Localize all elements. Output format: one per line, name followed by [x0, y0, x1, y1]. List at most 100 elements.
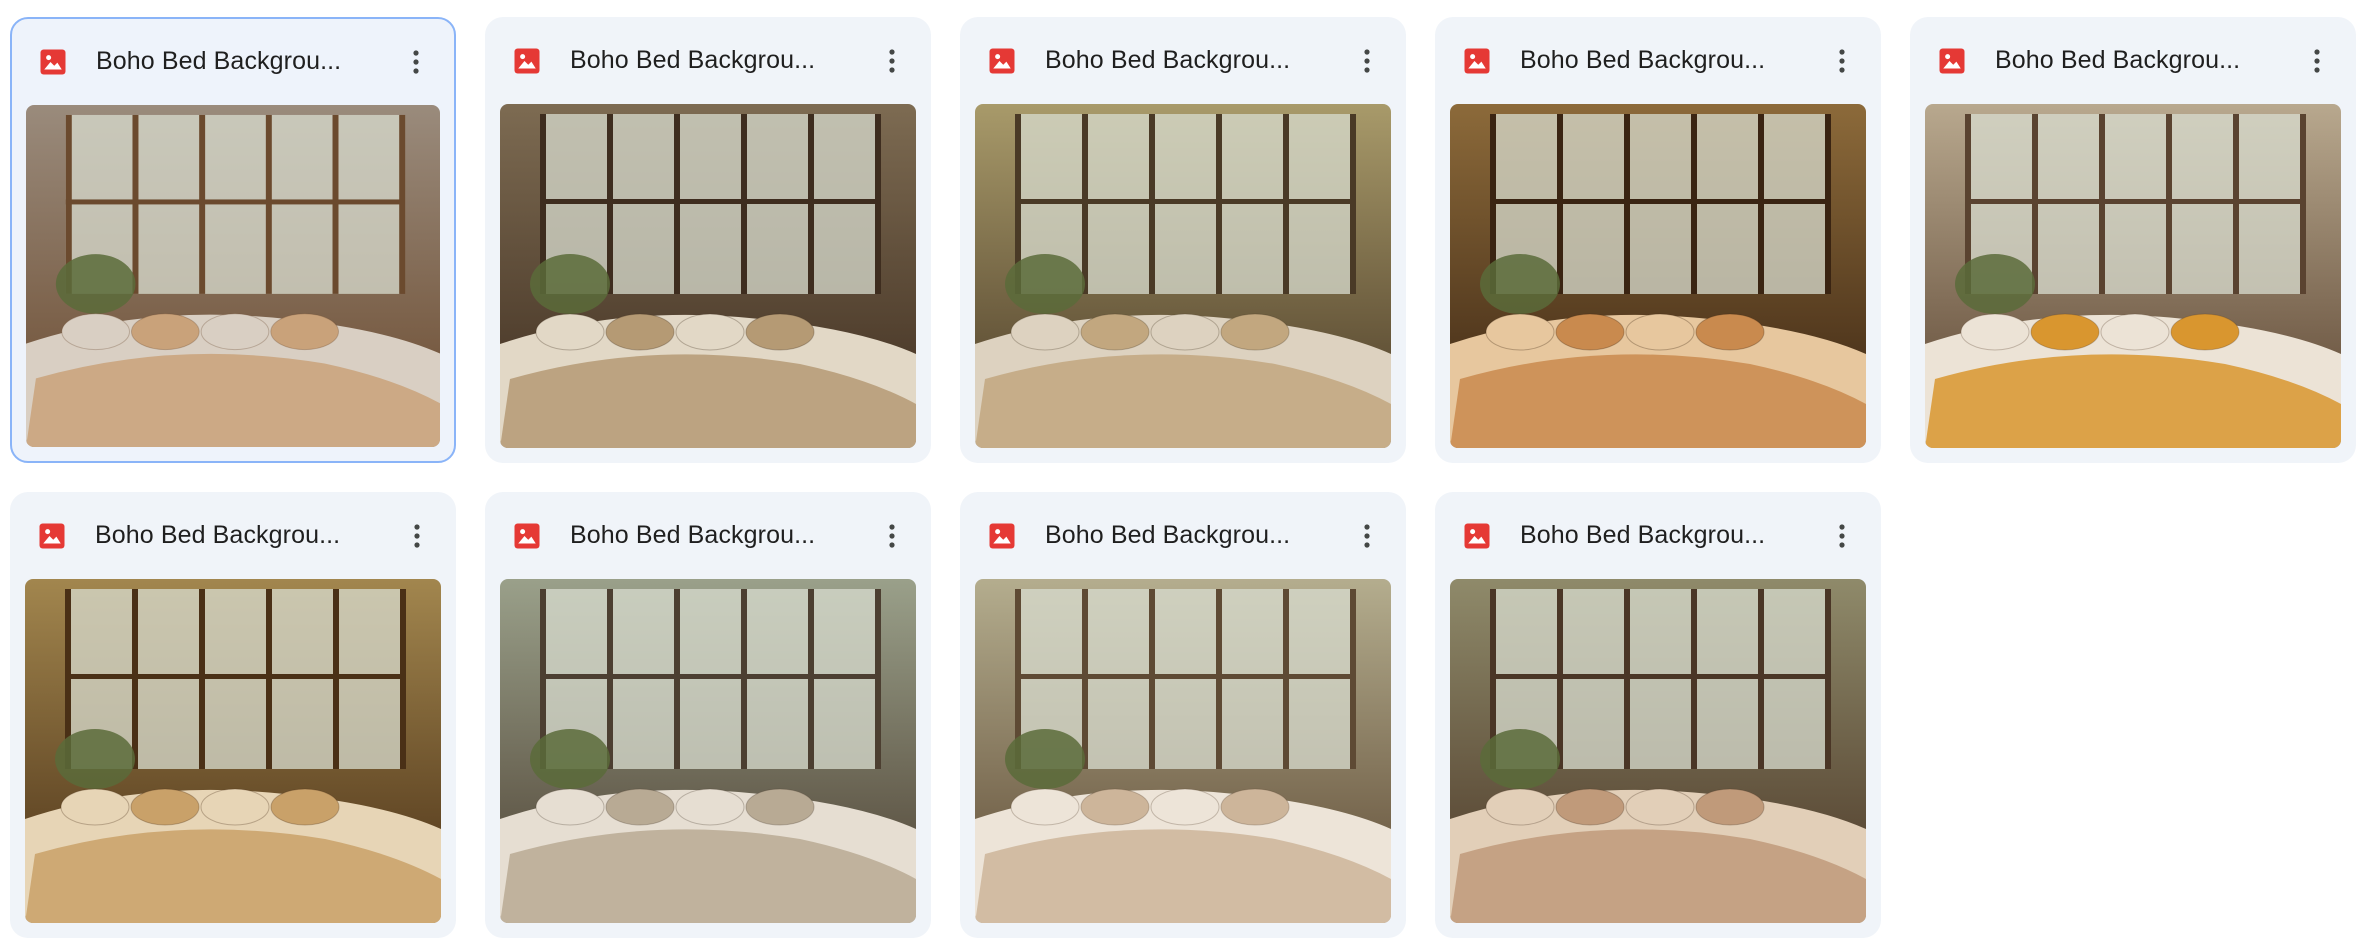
thumbnail-window-rail: [1965, 199, 2301, 204]
more-options-icon[interactable]: [1818, 37, 1866, 85]
more-options-icon[interactable]: [1343, 512, 1391, 560]
thumbnail-pillow: [270, 788, 340, 826]
thumbnail-plant: [55, 729, 135, 789]
thumbnail-pillow: [1010, 788, 1080, 826]
thumbnail-image: [500, 579, 916, 923]
thumbnail-image: [1925, 104, 2341, 448]
file-thumbnail[interactable]: [1450, 579, 1866, 923]
thumbnail-window-rail: [65, 199, 401, 205]
thumbnail-pillow: [270, 313, 339, 351]
file-card[interactable]: Boho Bed Backgrou...: [10, 17, 456, 463]
thumbnail-pillow: [605, 788, 675, 826]
thumbnail-plant: [1005, 254, 1085, 314]
thumbnail-image: [25, 579, 441, 923]
file-thumbnail[interactable]: [500, 104, 916, 448]
thumbnail-pillow: [130, 788, 200, 826]
file-thumbnail[interactable]: [1450, 104, 1866, 448]
thumbnail-window-rail: [1015, 199, 1351, 204]
thumbnail-image: [1450, 104, 1866, 448]
thumbnail-plant: [1480, 729, 1560, 789]
thumbnail-pillow: [535, 313, 605, 351]
file-card-header: Boho Bed Backgrou...: [961, 18, 1405, 103]
file-card-header: Boho Bed Backgrou...: [1911, 18, 2355, 103]
file-title: Boho Bed Backgrou...: [96, 47, 342, 75]
thumbnail-window-mullion: [265, 114, 272, 294]
thumbnail-pillow: [1080, 788, 1150, 826]
image-file-icon: [36, 45, 70, 79]
thumbnail-pillow: [130, 313, 200, 351]
more-options-icon[interactable]: [1818, 512, 1866, 560]
file-title: Boho Bed Backgrou...: [1045, 46, 1291, 74]
thumbnail-pillow: [675, 788, 745, 826]
thumbnail-image: [975, 579, 1391, 923]
thumbnail-pillow: [1485, 313, 1555, 351]
thumbnail-window-mullion: [132, 114, 139, 294]
thumbnail-image: [975, 104, 1391, 448]
thumbnail-image: [1450, 579, 1866, 923]
file-thumbnail[interactable]: [26, 105, 440, 447]
image-file-icon: [985, 519, 1019, 553]
file-card[interactable]: Boho Bed Backgrou...: [960, 492, 1406, 938]
thumbnail-pillow: [1150, 788, 1220, 826]
thumbnail-window-rail: [1490, 674, 1826, 679]
thumbnail-window-rail: [540, 199, 876, 204]
more-options-icon[interactable]: [393, 512, 441, 560]
thumbnail-pillow: [2100, 313, 2170, 351]
thumbnail-window-rail: [1015, 674, 1351, 679]
more-options-icon[interactable]: [1343, 37, 1391, 85]
file-card[interactable]: Boho Bed Backgrou...: [485, 17, 931, 463]
file-thumbnail[interactable]: [25, 579, 441, 923]
file-title: Boho Bed Backgrou...: [570, 46, 816, 74]
thumbnail-pillow: [2170, 313, 2240, 351]
file-card[interactable]: Boho Bed Backgrou...: [485, 492, 931, 938]
file-card[interactable]: Boho Bed Backgrou...: [1435, 17, 1881, 463]
file-card[interactable]: Boho Bed Backgrou...: [10, 492, 456, 938]
file-card-header: Boho Bed Backgrou...: [1436, 18, 1880, 103]
file-card-header: Boho Bed Backgrou...: [11, 493, 455, 578]
file-card[interactable]: Boho Bed Backgrou...: [1910, 17, 2356, 463]
thumbnail-plant: [1480, 254, 1560, 314]
thumbnail-pillow: [535, 788, 605, 826]
thumbnail-plant: [530, 729, 610, 789]
thumbnail-pillow: [745, 313, 815, 351]
thumbnail-window-rail: [65, 674, 401, 679]
file-card-header: Boho Bed Backgrou...: [961, 493, 1405, 578]
thumbnail-plant: [1955, 254, 2035, 314]
file-card[interactable]: Boho Bed Backgrou...: [1435, 492, 1881, 938]
more-options-icon[interactable]: [868, 37, 916, 85]
file-thumbnail[interactable]: [975, 579, 1391, 923]
image-file-icon: [510, 519, 544, 553]
file-title: Boho Bed Backgrou...: [95, 521, 341, 549]
thumbnail-pillow: [1625, 788, 1695, 826]
file-title: Boho Bed Backgrou...: [1045, 521, 1291, 549]
thumbnail-pillow: [1220, 788, 1290, 826]
thumbnail-window-mullion: [199, 114, 206, 294]
thumbnail-pillow: [1220, 313, 1290, 351]
thumbnail-pillow: [1010, 313, 1080, 351]
file-title: Boho Bed Backgrou...: [1520, 46, 1766, 74]
file-title: Boho Bed Backgrou...: [1520, 521, 1766, 549]
file-card-header: Boho Bed Backgrou...: [1436, 493, 1880, 578]
thumbnail-window-rail: [540, 674, 876, 679]
thumbnail-pillow: [200, 313, 270, 351]
thumbnail-pillow: [61, 313, 130, 351]
thumbnail-window-rail: [1490, 199, 1826, 204]
thumbnail-pillow: [200, 788, 270, 826]
image-file-icon: [1935, 44, 1969, 78]
file-card-header: Boho Bed Backgrou...: [486, 493, 930, 578]
file-thumbnail[interactable]: [1925, 104, 2341, 448]
image-file-icon: [1460, 44, 1494, 78]
file-thumbnail[interactable]: [500, 579, 916, 923]
file-title: Boho Bed Backgrou...: [570, 521, 816, 549]
file-thumbnail[interactable]: [975, 104, 1391, 448]
more-options-icon[interactable]: [868, 512, 916, 560]
thumbnail-pillow: [745, 788, 815, 826]
more-options-icon[interactable]: [2293, 37, 2341, 85]
image-file-icon: [1460, 519, 1494, 553]
more-options-icon[interactable]: [392, 38, 440, 86]
thumbnail-image: [500, 104, 916, 448]
image-file-icon: [510, 44, 544, 78]
thumbnail-pillow: [1625, 313, 1695, 351]
file-card[interactable]: Boho Bed Backgrou...: [960, 17, 1406, 463]
thumbnail-pillow: [1695, 788, 1765, 826]
